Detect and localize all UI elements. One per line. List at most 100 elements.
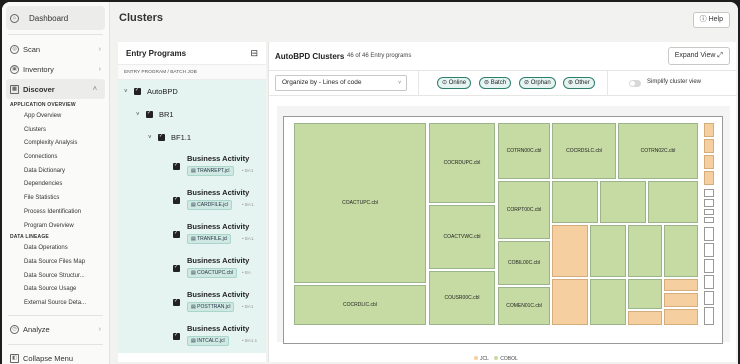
cluster-block[interactable] <box>704 155 714 169</box>
checkbox[interactable] <box>173 332 180 340</box>
file-chip[interactable]: ▤ INTCALC.jcl <box>187 336 229 346</box>
cluster-block[interactable] <box>628 311 662 325</box>
sidebar-subitem-complexity-analysis[interactable]: Complexity Analysis <box>2 137 109 151</box>
sidebar-subitem-app-overview[interactable]: App Overview <box>2 110 109 124</box>
cluster-block[interactable] <box>664 293 698 307</box>
organize-by-select[interactable]: Organize by - Lines of code ˅ <box>275 75 407 91</box>
sidebar-item-dashboard[interactable]: ⌂ Dashboard <box>6 6 105 30</box>
sidebar-subitem-process-identification[interactable]: Process Identification <box>2 206 109 220</box>
file-chip-label: COACTUPC.cbl <box>197 270 233 276</box>
cluster-block[interactable] <box>704 123 714 137</box>
business-activity-item[interactable]: Business Activity ▤ POSTTRAN.jcl • BA1 <box>118 285 266 319</box>
activity-title: Business Activity <box>187 188 250 197</box>
sidebar-item-discover[interactable]: ▦ Discover ˄ <box>6 79 105 99</box>
sidebar-subitem-file-statistics[interactable]: File Statistics <box>2 192 109 206</box>
sidebar-subitem-external-source-details[interactable]: External Source Deta... <box>2 297 109 311</box>
checkbox[interactable] <box>173 298 180 306</box>
cluster-block[interactable]: COMEN01C.cbl <box>498 287 550 325</box>
sidebar-item-scan[interactable]: ◎ Scan › <box>2 39 109 59</box>
file-chip[interactable]: ▤ COACTUPC.cbl <box>187 268 237 278</box>
cluster-block[interactable] <box>552 225 588 277</box>
cluster-block[interactable] <box>552 279 588 325</box>
sidebar-subitem-data-dictionary[interactable]: Data Dictionary <box>2 165 109 179</box>
collapse-panel-icon[interactable]: ⊟ <box>250 48 258 59</box>
cluster-block[interactable] <box>704 199 714 207</box>
cluster-block[interactable]: COACTVWC.cbl <box>429 205 495 269</box>
cluster-block[interactable] <box>664 279 698 291</box>
cluster-block[interactable] <box>664 309 698 325</box>
activity-id: • BA1. <box>242 236 255 241</box>
cluster-block[interactable] <box>704 259 714 273</box>
file-chip[interactable]: ▤ TRANREPT.jcl <box>187 166 234 176</box>
checkbox[interactable] <box>146 110 153 118</box>
tree-node[interactable]: ˅ BR1 <box>118 103 266 126</box>
file-chip[interactable]: ▤ TRANFILE.jcl <box>187 234 232 244</box>
cluster-block[interactable]: COTRN00C.cbl <box>498 123 550 179</box>
cluster-block[interactable] <box>704 275 714 289</box>
help-button[interactable]: ⓘ Help <box>692 12 730 28</box>
cluster-block[interactable] <box>704 227 714 241</box>
cluster-block[interactable]: COACTUPC.cbl <box>294 123 426 283</box>
checkbox[interactable] <box>134 87 141 95</box>
expand-view-button[interactable]: Expand View ⤢ <box>667 47 730 65</box>
cluster-block[interactable] <box>590 279 626 325</box>
filter-batch[interactable]: ⊜ Batch <box>479 77 512 89</box>
cluster-label: COCRDLIC.cbl <box>343 302 377 308</box>
cluster-block[interactable] <box>628 279 662 309</box>
cluster-block[interactable]: COUSR00C.cbl <box>429 271 495 325</box>
chevron-down-icon[interactable]: ˅ <box>148 135 158 141</box>
sidebar-subitem-data-source-files-map[interactable]: Data Source Files Map <box>2 256 109 270</box>
cluster-block[interactable] <box>628 225 662 277</box>
cluster-block[interactable]: COBIL00C.cbl <box>498 241 550 285</box>
cluster-block[interactable] <box>664 225 698 277</box>
sidebar-subitem-data-operations[interactable]: Data Operations <box>2 242 109 256</box>
cluster-block[interactable] <box>600 181 646 223</box>
cluster-block[interactable] <box>704 189 714 197</box>
filter-online[interactable]: ⊙ Online <box>437 77 472 89</box>
filter-other[interactable]: ⊛ Other <box>563 77 595 89</box>
sidebar-subitem-clusters[interactable]: Clusters <box>2 124 109 138</box>
business-activity-item[interactable]: Business Activity ▤ INTCALC.jcl • BA1.1 <box>118 319 266 353</box>
sidebar-subitem-dependencies[interactable]: Dependencies <box>2 178 109 192</box>
sidebar-subitem-data-source-structure[interactable]: Data Source Structur... <box>2 270 109 284</box>
file-chip[interactable]: ▤ POSTTRAN.jcl <box>187 302 235 312</box>
sidebar-subitem-program-overview[interactable]: Program Overview <box>2 220 109 234</box>
simplify-toggle[interactable] <box>629 80 641 87</box>
tree-node[interactable]: ˅ AutoBPD <box>118 80 266 103</box>
checkbox[interactable] <box>173 196 180 204</box>
cluster-block[interactable]: CORPT00C.cbl <box>498 181 550 239</box>
sidebar-subitem-data-source-usage[interactable]: Data Source Usage <box>2 283 109 297</box>
checkbox[interactable] <box>173 230 180 238</box>
checkbox[interactable] <box>158 133 165 141</box>
cluster-block[interactable] <box>704 217 714 223</box>
cluster-block[interactable] <box>704 243 714 257</box>
checkbox[interactable] <box>173 264 180 272</box>
tree-node[interactable]: ˅ BF1.1 <box>118 126 266 149</box>
cluster-block[interactable] <box>704 171 714 185</box>
chevron-down-icon[interactable]: ˅ <box>124 89 134 95</box>
sidebar-subitem-connections[interactable]: Connections <box>2 151 109 165</box>
business-activity-item[interactable]: Business Activity ▤ TRANFILE.jcl • BA1. <box>118 217 266 251</box>
business-activity-item[interactable]: Business Activity ▤ COACTUPC.cbl • BA <box>118 251 266 285</box>
filter-orphan[interactable]: ⊘ Orphan <box>519 77 556 89</box>
cluster-block[interactable] <box>552 181 598 223</box>
chevron-down-icon[interactable]: ˅ <box>136 112 146 118</box>
collapse-menu-button[interactable]: ◧ Collapse Menu <box>2 349 109 364</box>
cluster-block[interactable]: COCRDSLC.cbl <box>552 123 616 179</box>
business-activity-item[interactable]: Business Activity ▤ CARDFILE.jcl • BA1. <box>118 183 266 217</box>
business-activity-item[interactable]: Business Activity ▤ TRANREPT.jcl • BA1 <box>118 149 266 183</box>
checkbox[interactable] <box>173 162 180 170</box>
cluster-block[interactable] <box>590 225 626 277</box>
cluster-block[interactable] <box>648 181 698 223</box>
sidebar-item-analyze[interactable]: ◷ Analyze › <box>2 320 109 340</box>
page-header: Clusters ⓘ Help <box>111 2 738 40</box>
cluster-block[interactable]: COTRN02C.cbl <box>618 123 698 179</box>
cluster-block[interactable] <box>704 291 714 305</box>
sidebar-item-inventory[interactable]: ▣ Inventory › <box>2 59 109 79</box>
cluster-block[interactable]: COCRDUPC.cbl <box>429 123 495 203</box>
cluster-block[interactable] <box>704 139 714 153</box>
cluster-block[interactable] <box>704 307 714 325</box>
file-chip[interactable]: ▤ CARDFILE.jcl <box>187 200 232 210</box>
cluster-block[interactable] <box>704 209 714 215</box>
cluster-block[interactable]: COCRDLIC.cbl <box>294 285 426 325</box>
